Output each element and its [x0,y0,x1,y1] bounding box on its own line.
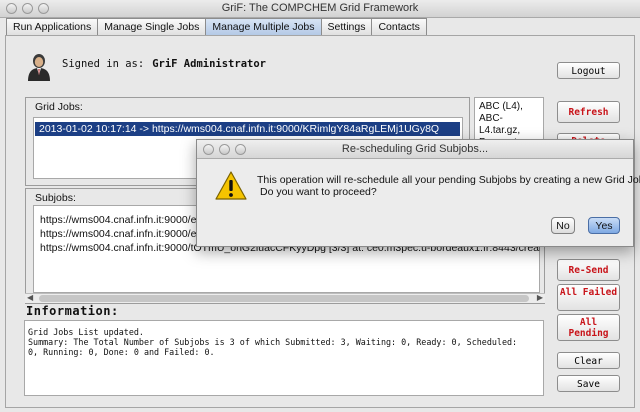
dialog-message-line-1: This operation will re-schedule all your… [257,174,640,186]
dialog-title: Re-scheduling Grid Subjobs... [341,143,489,155]
grid-jobs-label: Grid Jobs: [35,101,83,113]
scroll-right-icon[interactable]: ▶ [537,293,543,302]
yes-button[interactable]: Yes [588,217,620,234]
logout-button[interactable]: Logout [557,62,620,79]
user-avatar-icon [28,54,50,81]
clear-button[interactable]: Clear [557,352,620,369]
reschedule-dialog: Re-scheduling Grid Subjobs... This opera… [196,139,640,247]
scroll-left-icon[interactable]: ◀ [27,293,33,302]
list-item[interactable]: https://wms004.cnaf.infn.it:9000/e [40,214,202,226]
tab-manage-single-jobs[interactable]: Manage Single Jobs [98,18,207,35]
subjobs-horizontal-scrollbar[interactable]: ◀ ▶ [25,293,545,303]
dialog-zoom-icon[interactable] [235,144,246,155]
dialog-message-line-2: Do you want to proceed? [260,186,377,198]
no-button[interactable]: No [551,217,575,234]
info-line: Grid Jobs List updated. [28,327,144,337]
dialog-minimize-icon[interactable] [219,144,230,155]
signed-in-status: Signed in as: GriF Administrator [62,58,266,70]
window-title: GriF: The COMPCHEM Grid Framework [221,2,419,14]
save-button[interactable]: Save [557,375,620,392]
all-pending-button[interactable]: All Pending [557,314,620,341]
tab-run-applications[interactable]: Run Applications [6,18,99,35]
dialog-titlebar: Re-scheduling Grid Subjobs... [197,140,633,159]
tab-contacts[interactable]: Contacts [372,18,427,35]
grid-job-selected-item[interactable]: 2013-01-02 10:17:14 -> https://wms004.cn… [35,122,460,136]
tab-settings[interactable]: Settings [321,18,373,35]
subjobs-label: Subjobs: [35,192,76,204]
signed-in-label: Signed in as: [62,58,145,70]
list-item[interactable]: https://wms004.cnaf.infn.it:9000/ej [40,228,202,240]
resend-button[interactable]: Re-Send [557,259,620,281]
information-log: Grid Jobs List updated. Summary: The Tot… [24,320,544,396]
warning-triangle-icon [215,171,247,200]
signed-in-user: GriF Administrator [152,58,266,70]
information-label: Information: [26,304,119,318]
all-failed-button[interactable]: All Failed [557,284,620,311]
refresh-button[interactable]: Refresh [557,101,620,123]
tab-manage-multiple-jobs[interactable]: Manage Multiple Jobs [206,18,322,35]
info-line: Summary: The Total Number of Subjobs is … [28,337,518,347]
main-tabs: Run Applications Manage Single Jobs Mana… [6,18,427,35]
dialog-message: This operation will re-schedule all your… [257,174,640,198]
scrollbar-thumb[interactable] [39,295,529,302]
info-line: 0, Running: 0, Done: 0 and Failed: 0. [28,347,215,357]
window-titlebar: GriF: The COMPCHEM Grid Framework [0,0,640,18]
dialog-close-icon[interactable] [203,144,214,155]
